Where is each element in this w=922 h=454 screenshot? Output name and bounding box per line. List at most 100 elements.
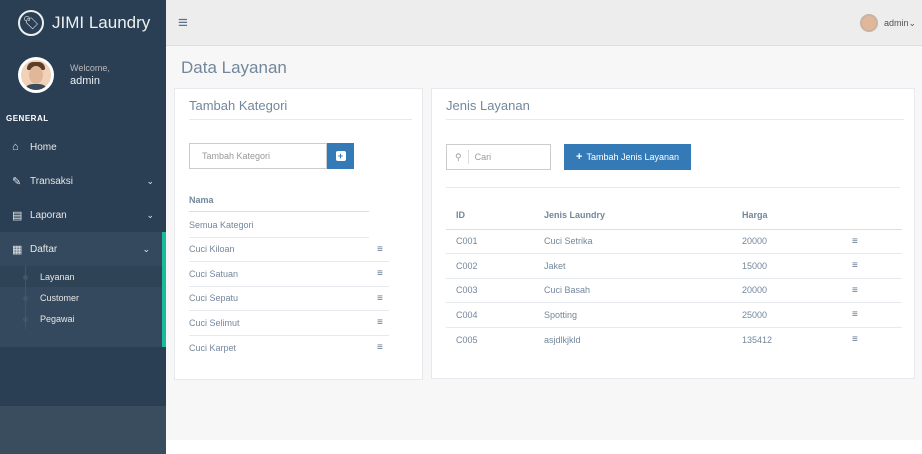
kategori-panel: Tambah Kategori Tambah Kategori + Nama S… [174,88,423,380]
search-placeholder: Cari [474,152,492,162]
cell-harga: 135412 [742,334,773,345]
kategori-name: Cuci Sepatu [189,293,239,304]
cell-id: C003 [446,278,534,303]
chevron-down-icon: ⌄ [142,243,150,254]
sidebar-item-laporan[interactable]: ▤ Laporan ⌄ [0,198,166,232]
column-header-harga: Harga [732,201,842,230]
jenis-layanan-panel: Jenis Layanan ⚲ Cari + Tambah Jenis Laya… [431,88,915,379]
list-item[interactable]: Cuci Kiloan ≡ [189,238,389,262]
profile-username: admin [70,75,100,87]
sidebar-subitem-layanan[interactable]: Layanan [0,266,162,287]
row-menu-icon[interactable]: ≡ [377,317,389,328]
table-row[interactable]: C005 asjdlkjkld 135412 ≡ [446,327,902,352]
welcome-text: Welcome, [70,63,110,73]
kategori-panel-title: Tambah Kategori [189,98,288,113]
sidebar-item-home[interactable]: ⌂ Home [0,130,166,164]
list-item[interactable]: Cuci Karpet ≡ [189,336,389,361]
daftar-submenu: Layanan Customer Pegawai [0,266,166,347]
brand-title: JIMI Laundry [52,13,151,32]
user-menu[interactable]: admin ⌄ [859,14,916,32]
row-menu-icon[interactable]: ≡ [842,278,902,303]
sidebar-subitem-pegawai[interactable]: Pegawai [0,308,162,329]
table-row[interactable]: C001 Cuci Setrika 20000 ≡ [446,229,902,254]
sidebar-footer [0,406,166,454]
add-jenis-label: Tambah Jenis Layanan [586,152,679,162]
list-item[interactable]: Cuci Satuan ≡ [189,262,389,287]
chevron-down-icon: ⌄ [146,175,154,186]
add-kategori-button[interactable]: + [327,143,354,169]
cell-jenis: Cuci Basah [534,278,732,303]
top-nav: ≡ admin ⌄ [166,0,922,46]
brand[interactable]: 🏷 JIMI Laundry [0,0,166,46]
table-row[interactable]: C004 Spotting 25000 ≡ [446,302,902,328]
jenis-panel-title: Jenis Layanan [446,98,530,113]
cell-harga: 25000 [732,302,842,328]
kategori-name: Semua Kategori [189,219,254,230]
kategori-input-placeholder: Tambah Kategori [202,151,271,161]
sidebar: 🏷 JIMI Laundry Welcome, admin GENERAL ⌂ … [0,0,166,454]
page-footer [166,440,922,454]
search-input[interactable]: ⚲ Cari [446,144,551,170]
cell-id: C001 [446,229,534,254]
list-item[interactable]: Cuci Sepatu ≡ [189,287,389,311]
table-header-row: ID Jenis Laundry Harga [446,201,902,230]
cell-id: C002 [446,253,534,279]
tag-icon: 🏷 [18,10,44,36]
page-title: Data Layanan [181,58,287,77]
menu-toggle-icon[interactable]: ≡ [178,13,188,33]
plus-square-icon: + [335,151,346,161]
cell-jenis: Jaket [534,253,732,279]
subitem-label: Customer [40,292,80,303]
cell-harga: 20000 [732,278,842,303]
kategori-input[interactable]: Tambah Kategori [189,143,327,169]
user-menu-name: admin [883,18,909,28]
cell-id: C005 [456,334,478,345]
subitem-label: Layanan [40,271,75,282]
row-menu-icon[interactable]: ≡ [377,268,389,279]
cell-id: C004 [446,302,534,328]
row-menu-icon[interactable]: ≡ [377,342,389,353]
column-header-jenis: Jenis Laundry [534,201,732,230]
report-icon: ▤ [12,209,23,222]
sidebar-item-label: Home [30,141,57,153]
cell-jenis: asjdlkjkld [544,334,581,345]
cell-jenis: Cuci Setrika [534,229,732,254]
home-icon: ⌂ [12,141,19,153]
user-avatar [859,14,878,32]
kategori-name: Cuci Karpet [189,342,237,353]
sidebar-item-daftar[interactable]: ▦ Daftar ⌄ [0,232,166,266]
search-icon: ⚲ [455,151,462,162]
row-menu-icon[interactable]: ≡ [842,229,902,254]
edit-icon: ✎ [12,175,22,188]
table-row[interactable]: C003 Cuci Basah 20000 ≡ [446,278,902,303]
sidebar-subitem-customer[interactable]: Customer [0,287,162,308]
row-menu-icon[interactable]: ≡ [377,244,389,255]
kategori-name: Cuci Kiloan [189,244,235,255]
section-general: GENERAL [6,114,49,123]
column-header-action [842,201,902,230]
sidebar-item-transaksi[interactable]: ✎ Transaksi ⌄ [0,164,166,198]
jenis-layanan-table: ID Jenis Laundry Harga C001 Cuci Setrika… [446,201,902,352]
subitem-label: Pegawai [40,313,75,324]
avatar [18,57,54,93]
row-menu-icon[interactable]: ≡ [842,253,902,279]
kategori-name: Cuci Selimut [189,317,240,328]
cell-jenis: Spotting [534,302,732,328]
list-item[interactable]: Semua Kategori [189,213,369,238]
row-menu-icon[interactable]: ≡ [842,302,902,328]
kategori-name: Cuci Satuan [189,268,239,279]
cell-harga: 20000 [732,229,842,254]
sidebar-item-label: Laporan [30,209,67,221]
sidebar-item-label: Daftar [30,243,58,255]
table-icon: ▦ [12,243,23,256]
profile: Welcome, admin [0,46,166,104]
row-menu-icon[interactable]: ≡ [377,293,389,304]
kategori-column-header: Nama [189,195,369,212]
cell-harga: 15000 [732,253,842,279]
list-item[interactable]: Cuci Selimut ≡ [189,311,389,336]
add-jenis-layanan-button[interactable]: + Tambah Jenis Layanan [564,144,691,170]
table-row[interactable]: C002 Jaket 15000 ≡ [446,253,902,279]
chevron-down-icon: ⌄ [146,209,154,220]
row-menu-icon[interactable]: ≡ [842,327,902,352]
chevron-down-icon: ⌄ [908,17,916,28]
